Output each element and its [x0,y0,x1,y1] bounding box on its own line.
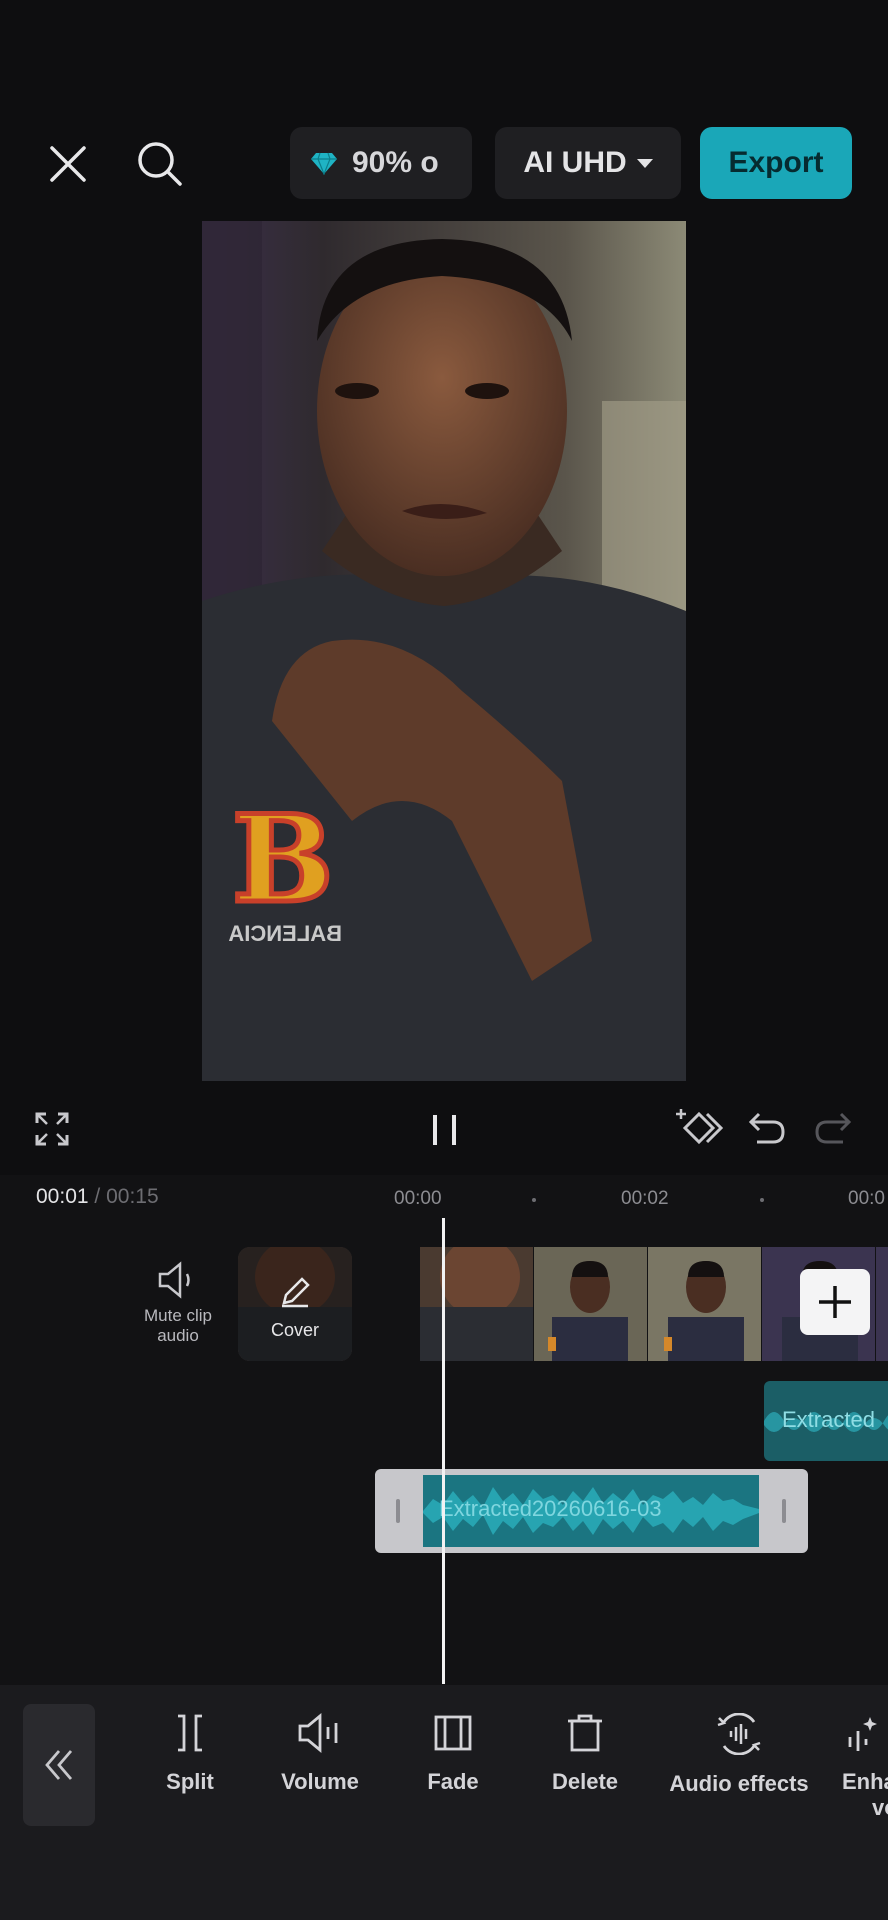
video-frame-thumbnail [534,1247,647,1361]
enhance-voice-icon [848,1717,877,1751]
video-frame-thumbnail [876,1247,888,1361]
playhead[interactable] [442,1218,445,1684]
keyframe-button[interactable] [674,1103,724,1153]
quality-dropdown[interactable]: AI UHD [495,127,681,199]
fullscreen-icon [35,1112,69,1146]
split-label: Split [166,1769,214,1794]
add-clip-button[interactable] [800,1269,870,1335]
total-time: 00:15 [106,1185,159,1208]
quality-label: AI UHD [523,146,627,179]
collapse-toolbar-button[interactable] [23,1704,95,1826]
audio-clip-label: Extracted20260616-03 [439,1496,662,1521]
selected-audio-clip[interactable]: Extracted20260616-03 [375,1469,808,1553]
delete-icon [568,1714,602,1752]
pause-button[interactable] [420,1105,470,1155]
redo-icon [815,1112,852,1144]
trim-handle-right[interactable] [782,1499,786,1523]
enhance-voice-tool[interactable]: Enha vo [842,1713,888,1821]
preview-frame: B BALENCIA [202,221,686,1081]
credits-text: 90% o [352,146,439,179]
cover-button[interactable]: Cover [238,1247,352,1361]
edit-pencil-icon [282,1277,310,1308]
diamond-icon [311,152,337,175]
plus-icon [819,1286,851,1318]
close-button[interactable] [40,136,96,192]
undo-icon [748,1112,785,1144]
time-readout: 00:01 / 00:15 [36,1185,159,1209]
mute-clip-audio-button[interactable]: Mute clip audio [130,1260,226,1360]
search-icon [138,142,182,186]
volume-tool[interactable]: Volume [275,1713,365,1795]
undo-button[interactable] [744,1105,790,1151]
audio-clip-extracted[interactable]: Extracted [764,1381,888,1461]
split-icon [178,1714,202,1752]
video-frame-thumbnail [420,1247,533,1361]
video-preview[interactable]: B BALENCIA [202,221,686,1081]
split-tool[interactable]: Split [150,1713,230,1795]
volume-icon [298,1713,338,1753]
cover-label: Cover [270,1320,319,1340]
close-icon [50,146,86,182]
ruler-dot [532,1198,536,1202]
export-button[interactable]: Export [700,127,852,199]
playback-controls [0,1085,888,1175]
fullscreen-button[interactable] [30,1107,74,1151]
enhance-voice-label-line2: vo [872,1795,888,1820]
mute-label: Mute clip audio [143,1306,213,1345]
ruler-label: 00:00 [394,1188,442,1209]
dropdown-caret-icon [636,158,653,168]
delete-label: Delete [551,1769,619,1794]
keyframe-icon [676,1109,723,1145]
audio-clip-body: Extracted20260616-03 [423,1475,759,1547]
time-separator: / [94,1185,101,1208]
double-chevron-left-icon [45,1750,73,1780]
credits-badge[interactable]: 90% o [290,127,472,199]
video-frame-thumbnail [648,1247,761,1361]
redo-button[interactable] [810,1105,856,1151]
shirt-text: BALENCIA [228,921,342,946]
current-time: 00:01 [36,1185,89,1208]
audio-effects-tool[interactable]: Audio effects [660,1713,818,1797]
delete-tool[interactable]: Delete [540,1713,630,1795]
ruler-dot [760,1198,764,1202]
fade-icon [434,1715,472,1751]
volume-label: Volume [281,1769,359,1794]
audio-effects-icon [717,1713,761,1755]
speaker-icon [158,1261,190,1299]
audio-effects-label: Audio effects [669,1771,809,1796]
ruler-label: 00:02 [621,1188,669,1209]
ruler-label: 00:0 [848,1188,885,1209]
pause-icon [433,1115,456,1145]
svg-text:B: B [232,789,333,930]
fade-tool[interactable]: Fade [413,1713,493,1795]
enhance-voice-label: Enha [842,1769,888,1794]
fade-label: Fade [427,1769,479,1794]
audio-clip-label: Extracted [782,1407,875,1432]
trim-handle-left[interactable] [396,1499,400,1523]
top-bar: 90% o AI UHD Export [0,0,888,215]
search-button[interactable] [130,134,190,194]
bottom-toolbar: Split Volume Fade Delete Audio effects E… [0,1685,888,1920]
